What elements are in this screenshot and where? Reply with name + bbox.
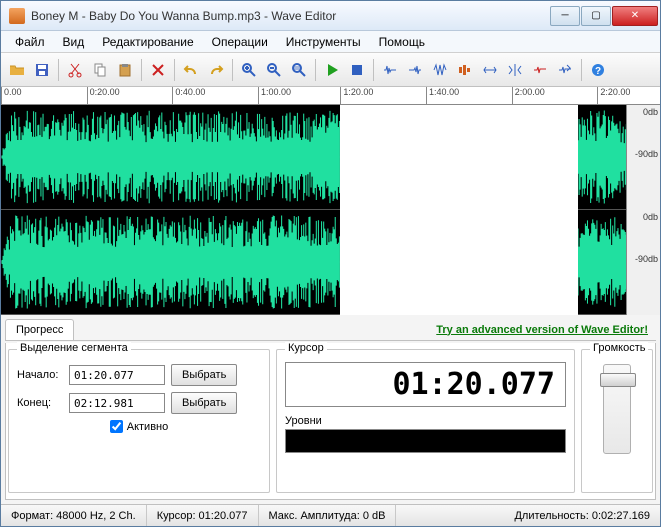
effect-invert-icon[interactable]	[503, 58, 527, 82]
copy-icon[interactable]	[88, 58, 112, 82]
start-label: Начало:	[17, 369, 63, 381]
ruler-tick: 0:40.00	[172, 87, 205, 105]
save-icon[interactable]	[30, 58, 54, 82]
segment-group: Выделение сегмента Начало: Выбрать Конец…	[8, 349, 270, 493]
volume-slider[interactable]	[603, 364, 631, 454]
select-start-button[interactable]: Выбрать	[171, 364, 237, 386]
ruler-tick: 2:00.00	[512, 87, 545, 105]
statusbar: Формат: 48000 Hz, 2 Ch. Курсор: 01:20.07…	[1, 504, 660, 526]
menu-edit[interactable]: Редактирование	[94, 33, 201, 51]
titlebar: Boney M - Baby Do You Wanna Bump.mp3 - W…	[1, 1, 660, 31]
selection-region[interactable]	[340, 105, 577, 315]
window-title: Boney M - Baby Do You Wanna Bump.mp3 - W…	[31, 9, 550, 23]
waveform-display[interactable]: 0db -90db 0db -90db	[1, 105, 660, 315]
status-format: Формат: 48000 Hz, 2 Ch.	[1, 505, 147, 526]
svg-text:?: ?	[595, 66, 601, 77]
ruler-tick: 2:20.00	[597, 87, 630, 105]
paste-icon[interactable]	[113, 58, 137, 82]
volume-group: Громкость	[581, 349, 653, 493]
zoom-in-icon[interactable]	[237, 58, 261, 82]
minimize-button[interactable]: ─	[550, 6, 580, 26]
maximize-button[interactable]: ▢	[581, 6, 611, 26]
app-icon	[9, 8, 25, 24]
window-controls: ─ ▢ ✕	[550, 6, 658, 26]
tab-progress[interactable]: Прогресс	[5, 319, 74, 340]
timeline-ruler[interactable]: 0.00 0:20.00 0:40.00 1:00.00 1:20.00 1:4…	[1, 87, 660, 105]
cursor-group: Курсор 01:20.077 Уровни	[276, 349, 575, 493]
effect-insert-icon[interactable]	[553, 58, 577, 82]
menu-tools[interactable]: Инструменты	[278, 33, 369, 51]
redo-icon[interactable]	[204, 58, 228, 82]
effect-fadeout-icon[interactable]	[403, 58, 427, 82]
ruler-tick: 1:40.00	[426, 87, 459, 105]
advanced-version-link[interactable]: Try an advanced version of Wave Editor!	[428, 320, 656, 340]
cursor-title: Курсор	[285, 342, 327, 354]
levels-meter	[285, 429, 566, 453]
cut-icon[interactable]	[63, 58, 87, 82]
cursor-time-display: 01:20.077	[285, 362, 566, 407]
db-scale: 0db -90db 0db -90db	[626, 105, 660, 315]
status-cursor: Курсор: 01:20.077	[147, 505, 259, 526]
active-label: Активно	[127, 421, 169, 433]
zoom-selection-icon[interactable]	[287, 58, 311, 82]
menu-view[interactable]: Вид	[55, 33, 93, 51]
delete-icon[interactable]	[146, 58, 170, 82]
volume-thumb[interactable]	[600, 373, 636, 387]
effect-silence-icon[interactable]	[528, 58, 552, 82]
status-amplitude: Макс. Амплитуда: 0 dB	[259, 505, 397, 526]
open-icon[interactable]	[5, 58, 29, 82]
play-icon[interactable]	[320, 58, 344, 82]
menubar: Файл Вид Редактирование Операции Инструм…	[1, 31, 660, 53]
effect-reverse-icon[interactable]	[478, 58, 502, 82]
stop-icon[interactable]	[345, 58, 369, 82]
levels-label: Уровни	[285, 415, 566, 427]
tab-row: Прогресс Try an advanced version of Wave…	[5, 319, 656, 341]
zoom-out-icon[interactable]	[262, 58, 286, 82]
effect-amplify-icon[interactable]	[428, 58, 452, 82]
select-end-button[interactable]: Выбрать	[171, 392, 237, 414]
close-button[interactable]: ✕	[612, 6, 658, 26]
undo-icon[interactable]	[179, 58, 203, 82]
start-input[interactable]	[69, 365, 165, 385]
ruler-tick: 1:20.00	[340, 87, 373, 105]
menu-file[interactable]: Файл	[7, 33, 53, 51]
end-label: Конец:	[17, 397, 63, 409]
effect-normalize-icon[interactable]	[453, 58, 477, 82]
bottom-panel: Прогресс Try an advanced version of Wave…	[1, 315, 660, 504]
volume-title: Громкость	[590, 342, 648, 354]
toolbar: ?	[1, 53, 660, 87]
active-checkbox[interactable]	[110, 420, 123, 433]
menu-operations[interactable]: Операции	[204, 33, 276, 51]
ruler-tick: 1:00.00	[258, 87, 291, 105]
status-duration: Длительность: 0:02:27.169	[504, 505, 660, 526]
ruler-tick: 0:20.00	[87, 87, 120, 105]
help-icon[interactable]: ?	[586, 58, 610, 82]
effect-fadein-icon[interactable]	[378, 58, 402, 82]
segment-title: Выделение сегмента	[17, 342, 131, 354]
app-window: Boney M - Baby Do You Wanna Bump.mp3 - W…	[0, 0, 661, 527]
end-input[interactable]	[69, 393, 165, 413]
menu-help[interactable]: Помощь	[371, 33, 433, 51]
ruler-tick: 0.00	[1, 87, 22, 105]
